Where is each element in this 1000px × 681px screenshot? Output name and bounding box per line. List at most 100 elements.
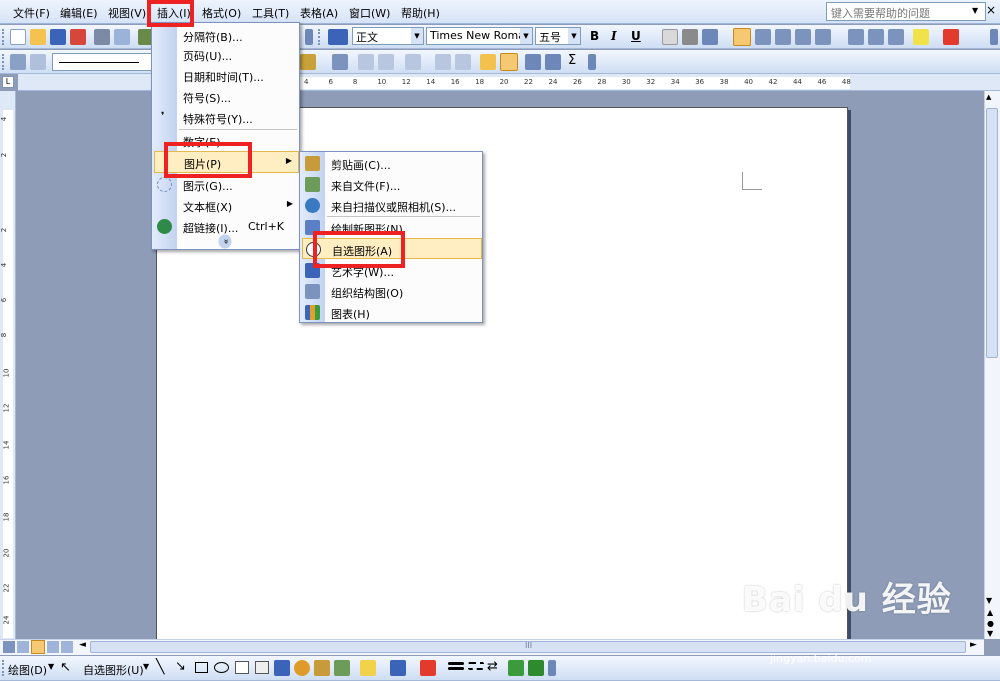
insert-picture-icon[interactable] (334, 660, 350, 676)
bullets-icon[interactable] (868, 29, 884, 45)
numbering-icon[interactable] (848, 29, 864, 45)
expand-menu-icon[interactable]: » (218, 234, 232, 249)
open-folder-icon[interactable] (30, 29, 46, 45)
line-spacing-icon[interactable] (815, 29, 831, 45)
scroll-up-icon[interactable]: ▲ (986, 93, 991, 101)
oval-tool-icon[interactable] (214, 662, 229, 673)
split-cells-icon[interactable] (378, 54, 394, 70)
font-color-icon[interactable] (943, 29, 959, 45)
help-search-input[interactable]: 键入需要帮助的问题 (826, 2, 986, 21)
decrease-indent-icon[interactable] (888, 29, 904, 45)
fill-color-icon[interactable] (360, 660, 376, 676)
menu-help[interactable]: 帮助(H) (401, 5, 440, 21)
wordart-icon[interactable] (274, 660, 290, 676)
toolbar-options-icon[interactable] (548, 660, 556, 676)
shading-color-icon[interactable] (300, 54, 316, 70)
eraser-icon[interactable] (30, 54, 46, 70)
autosum-button[interactable]: Σ (568, 53, 576, 68)
distribute-rows-icon[interactable] (435, 54, 451, 70)
submenu-item-scanner[interactable]: 来自扫描仪或照相机(S)... (300, 195, 482, 216)
dash-style-icon[interactable] (468, 662, 484, 670)
toolbar-options-icon[interactable] (305, 29, 313, 45)
clipart-icon[interactable] (314, 660, 330, 676)
bold-button[interactable]: B (590, 29, 599, 43)
chevron-down-icon[interactable]: ▼ (568, 28, 580, 44)
menu-item-page-numbers[interactable]: 页码(U)... (152, 44, 299, 65)
table-autoformat-icon[interactable] (480, 54, 496, 70)
menu-tools[interactable]: 工具(T) (252, 5, 289, 21)
chevron-down-icon[interactable]: ▼ (411, 28, 423, 44)
outline-view-icon[interactable] (47, 641, 59, 653)
style-combo[interactable]: 正文 ▼ (352, 27, 424, 45)
web-layout-icon[interactable] (17, 641, 29, 653)
menu-item-textbox[interactable]: 文本框(X) ▶ (152, 195, 299, 216)
font-color-icon[interactable] (420, 660, 436, 676)
menu-format[interactable]: 格式(O) (202, 5, 241, 21)
print-preview-icon[interactable] (114, 29, 130, 45)
menu-table[interactable]: 表格(A) (300, 5, 338, 21)
font-size-combo[interactable]: 五号 ▼ (535, 27, 581, 45)
line-tool-icon[interactable]: ╲ (156, 659, 164, 675)
distribute-icon[interactable] (795, 29, 811, 45)
line-style-icon[interactable] (448, 662, 464, 665)
submenu-item-chart[interactable]: 图表(H) (300, 302, 482, 323)
align-cell-icon[interactable] (405, 54, 421, 70)
menu-item-special-symbol[interactable]: ❜ 特殊符号(Y)... (152, 107, 299, 128)
toolbar-grip[interactable] (318, 29, 321, 45)
menu-item-break[interactable]: 分隔符(B)... (152, 25, 299, 46)
sort-ascending-icon[interactable] (525, 54, 541, 70)
save-icon[interactable] (50, 29, 66, 45)
scroll-left-icon[interactable]: ◄ (79, 640, 86, 650)
print-icon[interactable] (94, 29, 110, 45)
3d-style-icon[interactable] (528, 660, 544, 676)
print-layout-icon[interactable] (31, 640, 45, 654)
reading-layout-icon[interactable] (61, 641, 73, 653)
permission-icon[interactable] (70, 29, 86, 45)
merge-cells-icon[interactable] (358, 54, 374, 70)
align-center-icon[interactable] (755, 29, 771, 45)
scroll-down-icon[interactable]: ▼ (986, 596, 992, 605)
show-gridlines-icon[interactable] (500, 53, 518, 71)
diagram-icon[interactable] (294, 660, 310, 676)
underline-button[interactable]: U (631, 29, 641, 43)
shadow-style-icon[interactable] (508, 660, 524, 676)
help-dropdown-icon[interactable]: ▼ (972, 6, 978, 15)
align-right-icon[interactable] (775, 29, 791, 45)
autoshapes-menu-button[interactable]: 自选图形(U) (83, 662, 144, 678)
vertical-scroll-thumb[interactable] (986, 108, 998, 358)
line-style-combo[interactable] (52, 53, 152, 71)
italic-button[interactable]: I (611, 29, 617, 43)
sort-descending-icon[interactable] (545, 54, 561, 70)
chevron-down-icon[interactable]: ▼ (48, 662, 54, 671)
font-combo[interactable]: Times New Roman ▼ (426, 27, 533, 45)
arrow-style-icon[interactable]: ⇄ (487, 659, 498, 674)
menu-edit[interactable]: 编辑(E) (60, 5, 98, 21)
prev-page-icon[interactable]: ▲ (987, 608, 993, 617)
vertical-textbox-icon[interactable] (255, 661, 269, 674)
toolbar-options-icon[interactable] (990, 29, 998, 45)
rectangle-tool-icon[interactable] (195, 662, 208, 673)
menu-file[interactable]: 文件(F) (13, 5, 50, 21)
chevron-down-icon[interactable]: ▼ (143, 662, 149, 671)
styles-icon[interactable] (328, 29, 348, 45)
select-objects-icon[interactable]: ↖ (60, 660, 71, 675)
menu-window[interactable]: 窗口(W) (349, 5, 390, 21)
align-justify-icon[interactable] (733, 28, 751, 46)
line-color-icon[interactable] (390, 660, 406, 676)
toolbar-grip[interactable] (2, 29, 5, 45)
normal-view-icon[interactable] (3, 641, 15, 653)
menu-view[interactable]: 视图(V) (108, 5, 146, 21)
submenu-item-org-chart[interactable]: 组织结构图(O) (300, 281, 482, 302)
menu-item-date-time[interactable]: 日期和时间(T)... (152, 65, 299, 86)
close-document-icon[interactable]: × (986, 3, 996, 17)
toolbar-options-icon[interactable] (588, 54, 596, 70)
new-document-icon[interactable] (10, 29, 26, 45)
draw-table-icon[interactable] (10, 54, 26, 70)
submenu-item-from-file[interactable]: 来自文件(F)... (300, 174, 482, 195)
draw-menu-button[interactable]: 绘图(D) (8, 662, 47, 678)
toolbar-grip[interactable] (2, 660, 5, 676)
arrow-tool-icon[interactable]: ↘ (175, 659, 186, 674)
distribute-columns-icon[interactable] (455, 54, 471, 70)
scroll-right-icon[interactable]: ► (970, 640, 977, 650)
char-border-icon[interactable] (662, 29, 678, 45)
